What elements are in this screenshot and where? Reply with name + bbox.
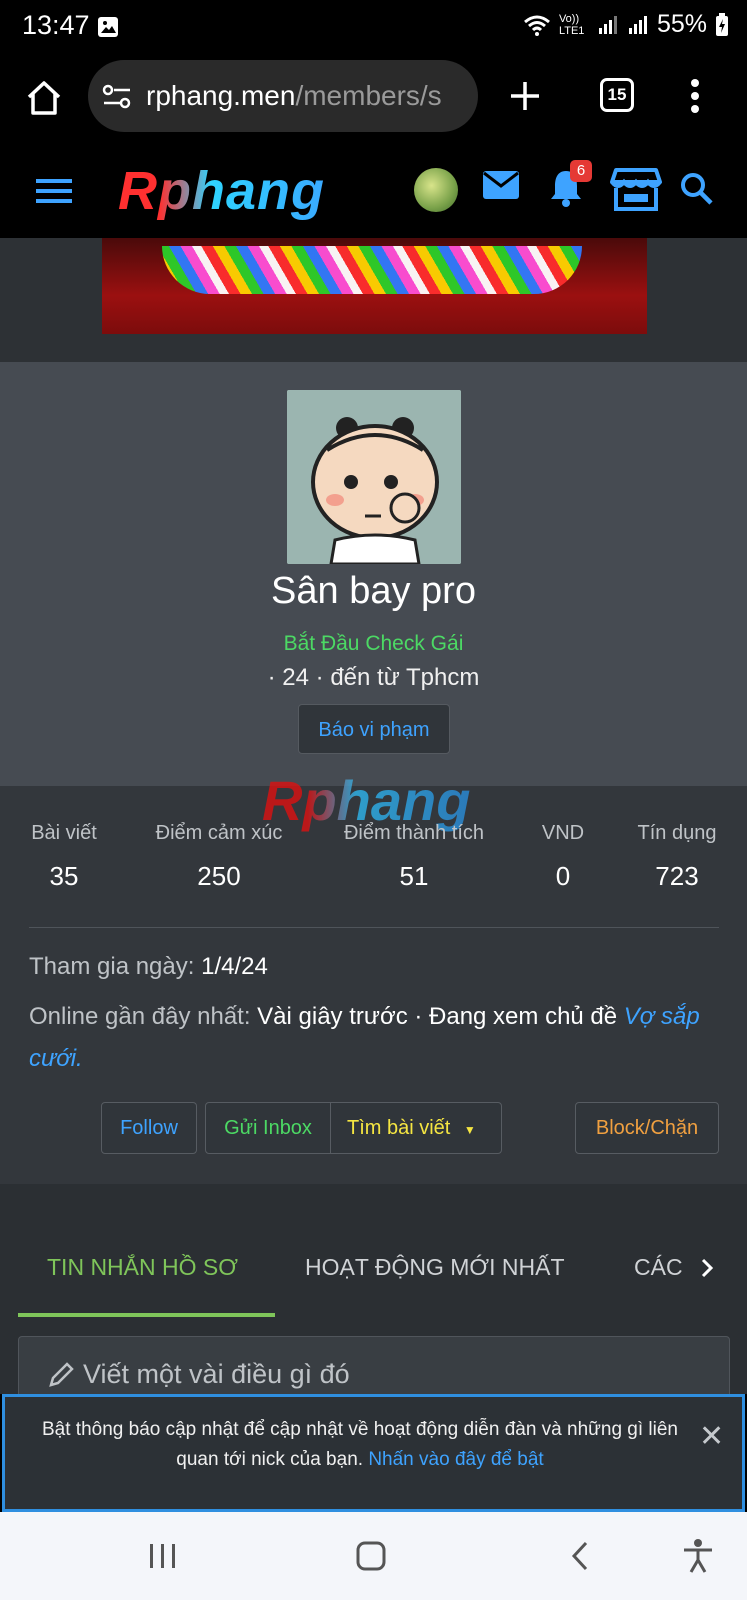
block-button[interactable]: Block/Chặn	[575, 1102, 719, 1154]
profile-avatar[interactable]	[287, 390, 461, 564]
stat-label: Điểm cảm xúc	[155, 822, 283, 844]
profile-card: Sân bay pro Bắt Đầu Check Gái · 24 · đến…	[0, 362, 747, 786]
back-icon[interactable]	[570, 1540, 590, 1572]
stat-reactions[interactable]: Điểm cảm xúc 250	[149, 822, 289, 892]
site-settings-icon[interactable]	[102, 84, 132, 110]
network-type: Vo)) LTE1	[558, 12, 585, 37]
compose-placeholder: Viết một vài điều gì đó	[83, 1359, 350, 1389]
status-indicators: Vo)) LTE1 55%	[523, 10, 729, 39]
status-time: 13:47	[22, 10, 90, 40]
stat-value: 0	[555, 861, 571, 891]
find-posts-dropdown[interactable]: Tìm bài viết ▼	[330, 1102, 502, 1154]
hamburger-menu-icon[interactable]	[36, 176, 72, 206]
banner-decoration	[162, 246, 582, 294]
notification-message: Bật thông báo cập nhật để cập nhật về ho…	[42, 1419, 678, 1470]
url-host: rphang.men	[146, 80, 296, 111]
signal-icon	[598, 15, 617, 34]
stat-label: VND	[541, 822, 585, 844]
stat-label: Điểm thành tích	[343, 822, 485, 844]
recent-apps-icon[interactable]	[148, 1542, 178, 1570]
new-tab-icon[interactable]	[508, 79, 542, 113]
system-nav-bar	[0, 1512, 747, 1600]
profile-banner-image	[102, 238, 647, 334]
battery-percent: 55%	[656, 10, 707, 38]
find-posts-label: Tìm bài viết	[347, 1117, 451, 1139]
pencil-icon	[49, 1362, 74, 1387]
last-online-line: Online gần đây nhất: Vài giây trước · Đa…	[29, 996, 719, 1080]
report-button[interactable]: Báo vi phạm	[298, 704, 450, 754]
url-path: /members/s	[295, 80, 442, 111]
stat-posts[interactable]: Bài viết 35	[29, 822, 99, 892]
chevron-right-icon[interactable]	[700, 1257, 714, 1279]
battery-charging-icon	[716, 12, 728, 36]
stat-value: 35	[49, 861, 79, 891]
notification-text-block: Bật thông báo cập nhật để cập nhật về ho…	[35, 1415, 685, 1475]
push-notification-prompt: Bật thông báo cập nhật để cập nhật về ho…	[2, 1394, 745, 1512]
wifi-icon	[523, 15, 550, 36]
profile-user-title: Bắt Đầu Check Gái	[283, 632, 464, 655]
joined-date-line: Tham gia ngày: 1/4/24	[29, 946, 719, 988]
stat-value: 723	[655, 861, 699, 891]
profile-banner-area	[0, 238, 747, 362]
notification-count-badge: 6	[570, 160, 592, 182]
stat-credits[interactable]: Tín dụng 723	[633, 822, 721, 892]
more-menu-icon[interactable]	[690, 78, 700, 114]
joined-value: 1/4/24	[201, 953, 268, 980]
compose-area: Viết một vài điều gì đó	[0, 1318, 747, 1406]
status-bar: 13:47 Vo)) LTE1 55%	[0, 0, 747, 54]
stat-label: Bài viết	[31, 822, 97, 844]
url-text[interactable]: rphang.men/members/s	[146, 80, 442, 112]
stat-vnd[interactable]: VND 0	[538, 822, 588, 892]
search-icon[interactable]	[680, 172, 714, 206]
store-icon[interactable]	[610, 166, 662, 212]
signal-icon-2	[628, 15, 647, 34]
gallery-icon	[98, 17, 118, 37]
tab-switcher-button[interactable]: 15	[600, 78, 634, 112]
inbox-icon[interactable]	[482, 170, 520, 200]
tab-postings[interactable]: CÁC B	[634, 1254, 690, 1281]
browser-toolbar: rphang.men/members/s 15	[0, 54, 747, 146]
url-bar[interactable]: rphang.men/members/s	[88, 60, 478, 132]
avatar-character-image	[287, 390, 461, 564]
stat-trophy-points[interactable]: Điểm thành tích 51	[338, 822, 490, 892]
online-value: Vài giây trước · Đang xem chủ đề	[257, 1003, 618, 1030]
active-tab-indicator	[18, 1313, 275, 1317]
enable-notifications-link[interactable]: Nhấn vào đây để bật	[368, 1449, 543, 1470]
caret-down-icon: ▼	[463, 1123, 476, 1137]
profile-stats-section: Rphang Bài viết 35 Điểm cảm xúc 250 Điểm…	[0, 769, 747, 1184]
stat-value: 51	[399, 861, 429, 891]
joined-label: Tham gia ngày:	[29, 953, 195, 980]
follow-button[interactable]: Follow	[101, 1102, 197, 1154]
stat-value: 250	[197, 861, 241, 891]
stat-label: Tín dụng	[637, 822, 717, 844]
profile-username: Sân bay pro	[271, 570, 476, 612]
online-label: Online gần đây nhất:	[29, 1003, 251, 1030]
site-header: Rphang 6	[0, 146, 747, 238]
close-icon[interactable]: ✕	[699, 1419, 724, 1454]
home-icon[interactable]	[24, 78, 64, 118]
user-avatar[interactable]	[414, 168, 458, 212]
tab-latest-activity[interactable]: HOẠT ĐỘNG MỚI NHẤT	[305, 1254, 565, 1281]
home-button-icon[interactable]	[356, 1540, 386, 1572]
site-logo[interactable]: Rphang	[118, 160, 325, 222]
stats-divider	[29, 927, 719, 928]
tab-profile-posts[interactable]: TIN NHẮN HỒ SƠ	[47, 1254, 238, 1281]
send-inbox-button[interactable]: Gửi Inbox	[205, 1102, 331, 1154]
profile-tabs: TIN NHẮN HỒ SƠ HOẠT ĐỘNG MỚI NHẤT CÁC B	[0, 1184, 747, 1318]
profile-age-location: · 24 · đến từ Tphcm	[267, 664, 480, 691]
accessibility-icon[interactable]	[682, 1538, 714, 1574]
